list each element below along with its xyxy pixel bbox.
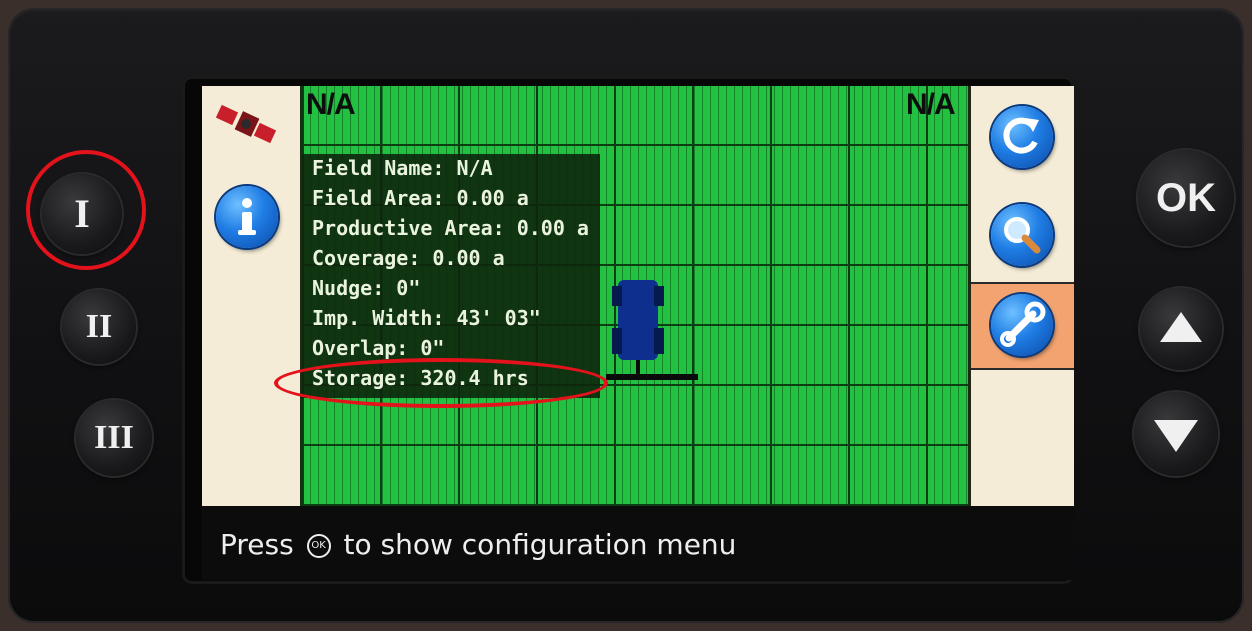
- info-field-name: Field Name: N/A: [312, 156, 493, 180]
- display-screen: N/A N/A Field Name: N/A Field Area: 0.00…: [202, 86, 1074, 580]
- info-button[interactable]: [216, 186, 278, 248]
- info-field-area: Field Area: 0.00 a: [312, 186, 529, 210]
- ok-button[interactable]: OK: [1138, 150, 1234, 246]
- map-label-top-right: N/A: [906, 88, 956, 121]
- status-hint: Press OK to show configuration menu: [220, 528, 736, 561]
- panel-separator: [971, 282, 1074, 284]
- tractor-icon: [606, 280, 698, 380]
- map-label-top-left: N/A: [306, 88, 356, 121]
- info-imp-width: Imp. Width: 43' 03": [312, 306, 541, 330]
- left-icon-panel: [202, 86, 303, 506]
- info-overlap: Overlap: 0": [312, 336, 445, 360]
- refresh-button[interactable]: [991, 106, 1053, 168]
- hardware-button-i[interactable]: I: [42, 174, 122, 254]
- status-prefix: Press: [220, 528, 294, 561]
- zoom-icon: [1004, 217, 1041, 254]
- info-coverage: Coverage: 0.00 a: [312, 246, 505, 270]
- down-button[interactable]: [1134, 392, 1218, 476]
- hardware-button-ii[interactable]: II: [62, 290, 136, 364]
- right-icon-panel: [968, 86, 1074, 506]
- ok-symbol-icon: OK: [306, 534, 331, 558]
- settings-button[interactable]: [991, 294, 1053, 356]
- status-bar: Press OK to show configuration menu: [202, 506, 1074, 580]
- zoom-button[interactable]: [991, 204, 1053, 266]
- panel-separator: [971, 368, 1074, 370]
- up-button[interactable]: [1140, 288, 1222, 370]
- hardware-button-iii[interactable]: III: [76, 400, 152, 476]
- triangle-up-icon: [1160, 312, 1202, 342]
- wrench-icon: [1000, 301, 1046, 347]
- triangle-down-icon: [1154, 420, 1198, 452]
- refresh-icon: [1003, 117, 1039, 154]
- satellite-icon[interactable]: [216, 100, 278, 150]
- info-icon: [238, 198, 256, 235]
- info-storage: Storage: 320.4 hrs: [312, 366, 529, 390]
- status-suffix: to show configuration menu: [343, 528, 737, 561]
- info-nudge: Nudge: 0": [312, 276, 421, 300]
- info-productive-area: Productive Area: 0.00 a: [312, 216, 589, 240]
